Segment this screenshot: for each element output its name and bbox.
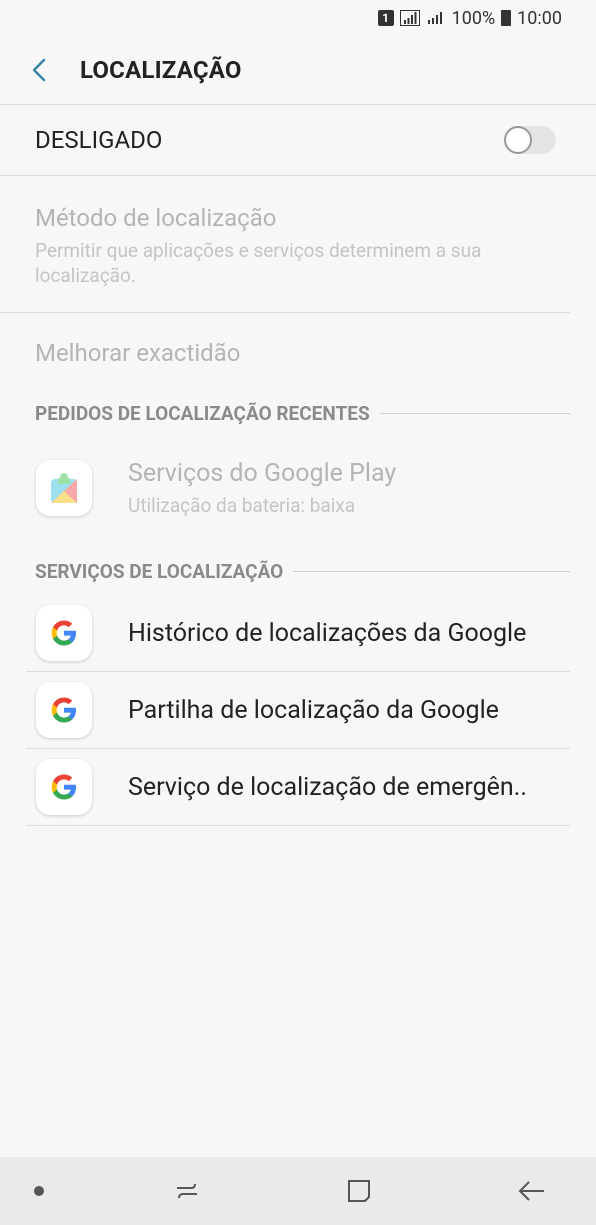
service-title: Histórico de localizações da Google (128, 618, 527, 648)
location-service-item[interactable]: Histórico de localizações da Google (26, 595, 570, 672)
chevron-left-icon (32, 58, 46, 82)
clock: 10:00 (517, 7, 562, 29)
battery-percent: 100% (451, 7, 496, 29)
recents-button[interactable] (157, 1161, 217, 1221)
service-title: Serviço de localização de emergên.. (128, 772, 527, 802)
recent-requests-header: PEDIDOS DE LOCALIZAÇÃO RECENTES (0, 393, 596, 433)
recents-icon (176, 1183, 197, 1199)
app-bar: LOCALIZAÇÃO (0, 36, 596, 105)
service-title: Partilha de localização da Google (128, 695, 499, 725)
service-text: Serviço de localização de emergên.. (128, 773, 527, 802)
service-text: Partilha de localização da Google (128, 696, 499, 725)
google-g-icon (36, 605, 92, 661)
google-g-icon (36, 682, 92, 738)
location-master-switch-row[interactable]: DESLIGADO (0, 105, 596, 176)
improve-accuracy-title: Melhorar exactidão (35, 339, 241, 367)
home-button[interactable] (329, 1161, 389, 1221)
dot-icon[interactable] (34, 1186, 44, 1196)
status-bar: 1 100% 10:00 (0, 0, 596, 36)
back-arrow-icon (518, 1181, 544, 1201)
location-method-title: Método de localização (35, 204, 277, 232)
location-service-item[interactable]: Partilha de localização da Google (26, 672, 570, 749)
google-play-services-icon (36, 460, 92, 516)
page-title: LOCALIZAÇÃO (80, 56, 242, 84)
sim-icon: 1 (377, 10, 394, 26)
puzzle-icon (51, 473, 77, 503)
google-g-icon (36, 759, 92, 815)
improve-accuracy-setting[interactable]: Melhorar exactidão (0, 313, 570, 393)
navigation-bar (0, 1157, 596, 1225)
recent-request-title: Serviços do Google Play (128, 459, 397, 488)
recent-requests-label: PEDIDOS DE LOCALIZAÇÃO RECENTES (35, 401, 370, 425)
recent-request-google-play[interactable]: Serviços do Google Play Utilização da ba… (26, 433, 570, 543)
location-toggle[interactable] (504, 126, 556, 154)
location-method-subtitle: Permitir que aplicações e serviços deter… (35, 239, 482, 287)
back-button[interactable] (0, 36, 80, 104)
location-service-item[interactable]: Serviço de localização de emergên.. (26, 749, 570, 826)
location-method-setting[interactable]: Método de localização Permitir que aplic… (0, 176, 570, 313)
recent-request-text: Serviços do Google Play Utilização da ba… (128, 459, 396, 517)
section-divider (379, 412, 570, 414)
master-switch-label: DESLIGADO (35, 126, 163, 154)
service-text: Histórico de localizações da Google (128, 619, 526, 648)
signal-icon (399, 10, 420, 26)
home-icon (348, 1180, 371, 1202)
toggle-knob (504, 126, 532, 154)
back-nav-button[interactable] (502, 1161, 562, 1221)
location-services-header: SERVIÇOS DE LOCALIZAÇÃO (0, 551, 596, 591)
location-services-label: SERVIÇOS DE LOCALIZAÇÃO (35, 559, 284, 583)
section-divider (293, 570, 570, 572)
battery-icon (501, 10, 512, 26)
signal-icon-2 (427, 12, 442, 24)
recent-request-subtitle: Utilização da bateria: baixa (128, 494, 356, 517)
